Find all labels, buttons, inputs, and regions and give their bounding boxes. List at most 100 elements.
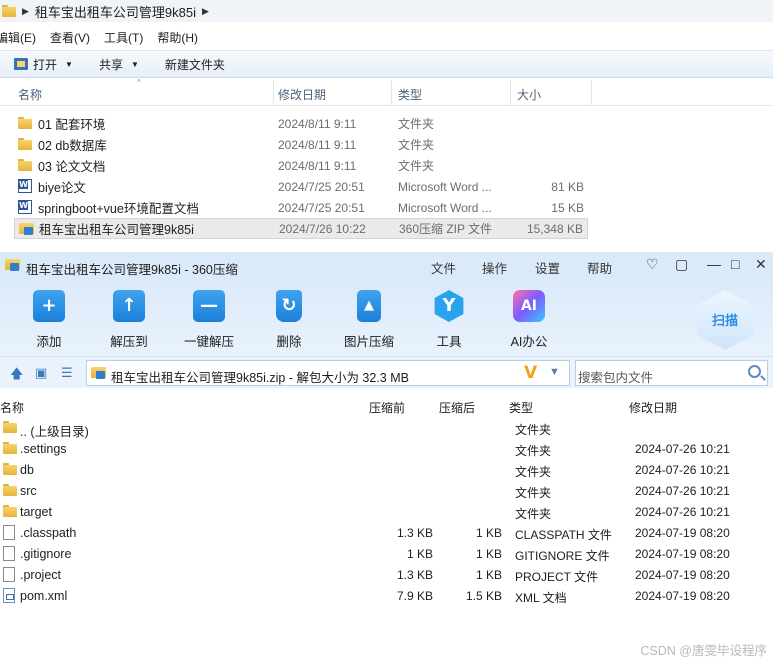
column-date[interactable]: 修改日期 <box>278 86 326 103</box>
file-row[interactable]: springboot+vue环境配置文档 2024/7/25 20:51 Mic… <box>14 197 588 218</box>
zip-menu-file[interactable]: 文件 <box>431 258 456 277</box>
folder-icon <box>3 421 17 433</box>
file-row[interactable]: biye论文 2024/7/25 20:51 Microsoft Word ..… <box>14 176 588 197</box>
file-row[interactable]: 01 配套环境 2024/8/11 9:11 文件夹 <box>14 113 588 134</box>
ai-office-label: AI办公 <box>510 335 548 349</box>
file-icon <box>3 525 15 540</box>
file-name: 租车宝出租车公司管理9k85i <box>39 223 194 237</box>
archive-row[interactable]: target 文件夹 2024-07-26 10:21 <box>0 502 773 523</box>
breadcrumb-current-folder[interactable]: 租车宝出租车公司管理9k85i <box>35 2 196 21</box>
zip-menu-settings[interactable]: 设置 <box>535 258 560 277</box>
file-date: 2024/7/25 20:51 <box>278 200 365 215</box>
archive-row[interactable]: pom.xml 7.9 KB 1.5 KB XML 文档 2024-07-19 … <box>0 586 773 607</box>
column-divider[interactable] <box>273 80 274 106</box>
tools-button[interactable]: Y 工具 <box>414 290 484 350</box>
entry-date: 2024-07-19 08:20 <box>635 589 730 603</box>
search-input[interactable]: 搜索包内文件 <box>575 360 768 386</box>
open-button[interactable]: 打开 ▼ <box>0 56 73 73</box>
column-name[interactable]: 名称 <box>18 86 42 103</box>
zip-column-name[interactable]: 名称 <box>0 399 24 416</box>
share-label: 共享 <box>98 57 123 72</box>
list-view-icon[interactable]: ☰ <box>61 365 73 381</box>
delete-label: 删除 <box>276 335 302 349</box>
up-directory-icon[interactable]: 🡅 <box>10 365 23 387</box>
entry-date: 2024-07-26 10:21 <box>635 463 730 477</box>
share-button[interactable]: 共享 ▼ <box>99 56 139 73</box>
zip-column-type[interactable]: 类型 <box>509 399 533 416</box>
archive-row[interactable]: .classpath 1.3 KB 1 KB CLASSPATH 文件 2024… <box>0 523 773 544</box>
breadcrumb-chevron-icon[interactable]: ▶ <box>22 6 29 17</box>
column-type[interactable]: 类型 <box>398 86 422 103</box>
close-icon[interactable]: ✕ <box>755 256 767 273</box>
archive-row[interactable]: .. (上级目录) 文件夹 <box>0 418 773 439</box>
minimize-icon[interactable]: — <box>707 256 721 272</box>
archive-row[interactable]: .gitignore 1 KB 1 KB GITIGNORE 文件 2024-0… <box>0 544 773 565</box>
file-size: 81 KB <box>551 179 584 194</box>
breadcrumb-chevron-icon[interactable]: ▶ <box>202 6 209 17</box>
archive-row[interactable]: .settings 文件夹 2024-07-26 10:21 <box>0 439 773 460</box>
add-button[interactable]: + 添加 <box>14 290 84 350</box>
new-folder-button[interactable]: 新建文件夹 <box>165 56 225 73</box>
zip-menu-operation[interactable]: 操作 <box>482 258 507 277</box>
verified-v-icon[interactable]: V <box>524 363 537 383</box>
menu-view[interactable]: 查看(V) <box>50 29 90 46</box>
file-name: 01 配套环境 <box>38 118 106 132</box>
file-type: Microsoft Word ... <box>398 200 492 215</box>
chevron-down-icon: ▼ <box>130 59 139 69</box>
entry-size-before: 1.3 KB <box>396 568 433 582</box>
column-size[interactable]: 大小 <box>517 86 541 103</box>
word-document-icon <box>18 179 32 193</box>
zip-column-modified[interactable]: 修改日期 <box>629 399 677 416</box>
delete-button[interactable]: ↻ 删除 <box>254 290 324 350</box>
entry-name: db <box>20 463 34 477</box>
column-divider[interactable] <box>391 80 392 106</box>
archive-row[interactable]: src 文件夹 2024-07-26 10:21 <box>0 481 773 502</box>
zip-column-after[interactable]: 压缩后 <box>439 399 475 416</box>
folder-icon <box>3 505 17 517</box>
entry-date: 2024-07-26 10:21 <box>635 484 730 498</box>
column-divider[interactable] <box>510 80 511 106</box>
folder-icon <box>3 442 17 454</box>
chevron-down-icon[interactable]: ▼ <box>549 366 560 378</box>
file-size: 15 KB <box>551 200 584 215</box>
extract-to-icon: ↑ <box>113 290 145 322</box>
word-document-icon <box>18 200 32 214</box>
zip-toolbar: + 添加 ↑ 解压到 — 一键解压 ↻ 删除 ▲ 图片压缩 Y 工具 AI AI… <box>0 280 773 356</box>
watermark-text: CSDN @唐雯毕设程序 <box>640 644 767 658</box>
file-row-selected[interactable]: 租车宝出租车公司管理9k85i 2024/7/26 10:22 360压缩 ZI… <box>14 218 588 239</box>
add-label: 添加 <box>36 335 62 349</box>
skin-icon[interactable]: ♡ <box>646 256 659 273</box>
column-divider[interactable] <box>591 80 592 106</box>
file-row[interactable]: 02 db数据库 2024/8/11 9:11 文件夹 <box>14 134 588 155</box>
tools-label: 工具 <box>436 335 462 349</box>
one-click-extract-icon: — <box>193 290 225 322</box>
open-icon <box>14 58 28 70</box>
ai-office-button[interactable]: AI AI办公 <box>494 290 564 350</box>
entry-type: 文件夹 <box>515 507 552 521</box>
extract-to-button[interactable]: ↑ 解压到 <box>94 290 164 350</box>
search-icon[interactable] <box>748 365 761 378</box>
menu-edit[interactable]: 编辑(E) <box>0 29 36 46</box>
archive-row[interactable]: db 文件夹 2024-07-26 10:21 <box>0 460 773 481</box>
file-row[interactable]: 03 论文文档 2024/8/11 9:11 文件夹 <box>14 155 588 176</box>
maximize-icon[interactable]: □ <box>731 256 739 272</box>
file-name: 03 论文文档 <box>38 160 106 174</box>
folder-icon <box>3 463 17 475</box>
zip-column-before[interactable]: 压缩前 <box>369 399 405 416</box>
menu-help[interactable]: 帮助(H) <box>157 29 198 46</box>
entry-size-before: 7.9 KB <box>396 589 433 603</box>
archive-row[interactable]: .project 1.3 KB 1 KB PROJECT 文件 2024-07-… <box>0 565 773 586</box>
menu-tools[interactable]: 工具(T) <box>104 29 143 46</box>
one-click-extract-button[interactable]: — 一键解压 <box>174 290 244 350</box>
entry-size-after: 1 KB <box>475 547 502 561</box>
zip-title-bar: 租车宝出租车公司管理9k85i - 360压缩 文件 操作 设置 帮助 ♡ ▢ … <box>0 252 773 280</box>
archive-path-field[interactable]: 租车宝出租车公司管理9k85i.zip - 解包大小为 32.3 MB V ▼ <box>86 360 570 386</box>
add-icon: + <box>33 290 65 322</box>
explorer-column-header: ^ 名称 修改日期 类型 大小 <box>0 78 773 106</box>
feedback-icon[interactable]: ▢ <box>675 256 688 273</box>
file-date: 2024/8/11 9:11 <box>278 158 357 173</box>
file-type: 360压缩 ZIP 文件 <box>399 222 493 236</box>
image-compress-button[interactable]: ▲ 图片压缩 <box>334 290 404 350</box>
zip-menu-help[interactable]: 帮助 <box>587 258 612 277</box>
thumbnail-view-icon[interactable]: ▣ <box>35 365 47 381</box>
